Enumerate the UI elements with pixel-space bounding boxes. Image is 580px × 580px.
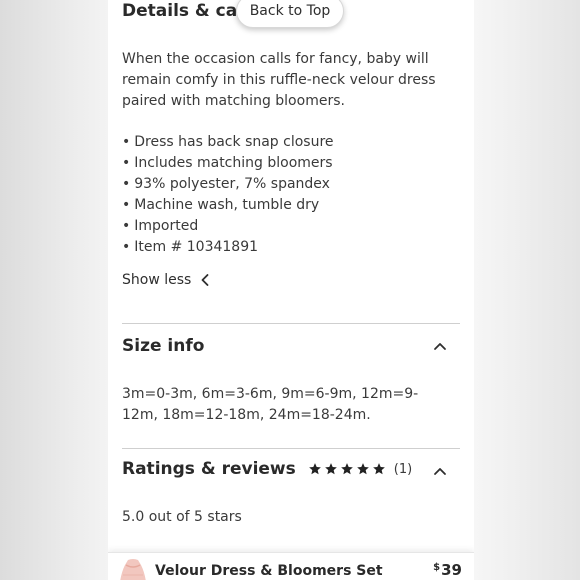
star-rating: [308, 462, 386, 476]
star-icon: [324, 463, 337, 475]
details-bullet-list: • Dress has back snap closure • Includes m…: [122, 132, 460, 258]
background-left: [0, 0, 108, 580]
review-count[interactable]: (1): [394, 462, 412, 477]
list-item: • Item # 10341891: [122, 239, 259, 255]
ratings-header: Ratings & reviews (1): [122, 459, 412, 479]
list-item: • Includes matching bloomers: [122, 155, 333, 171]
rating-summary: 5.0 out of 5 stars: [122, 509, 242, 525]
list-item: • Machine wash, tumble dry: [122, 197, 320, 213]
size-info-title: Size info: [122, 336, 205, 356]
list-item: • 93% polyester, 7% spandex: [122, 176, 330, 192]
sticky-product-bar[interactable]: Velour Dress & Bloomers Set $39: [108, 552, 474, 580]
show-less-toggle[interactable]: Show less: [122, 272, 209, 288]
list-item: • Dress has back snap closure: [122, 134, 334, 150]
divider: [122, 448, 460, 449]
divider: [122, 323, 460, 324]
chevron-left-icon: [201, 274, 209, 286]
background-right: [474, 0, 580, 580]
show-less-label: Show less: [122, 272, 192, 288]
star-icon: [340, 463, 353, 475]
chevron-up-icon[interactable]: [433, 464, 447, 478]
product-name: Velour Dress & Bloomers Set: [155, 563, 383, 579]
star-icon: [372, 463, 385, 475]
currency-symbol: $: [433, 562, 441, 573]
ratings-title: Ratings & reviews: [122, 459, 296, 479]
product-thumbnail: [120, 559, 146, 580]
list-item: • Imported: [122, 218, 199, 234]
chevron-up-icon[interactable]: [433, 339, 447, 353]
product-price: $39: [433, 561, 462, 579]
price-value: 39: [441, 561, 462, 579]
product-details-panel: Details & care Back to Top When the occa…: [108, 0, 474, 580]
back-to-top-button[interactable]: Back to Top: [236, 0, 344, 28]
star-icon: [356, 463, 369, 475]
size-info-text: 3m=0-3m, 6m=3-6m, 9m=6-9m, 12m=9-12m, 18…: [122, 386, 419, 423]
product-description: When the occasion calls for fancy, baby …: [122, 51, 436, 109]
star-icon: [308, 463, 321, 475]
